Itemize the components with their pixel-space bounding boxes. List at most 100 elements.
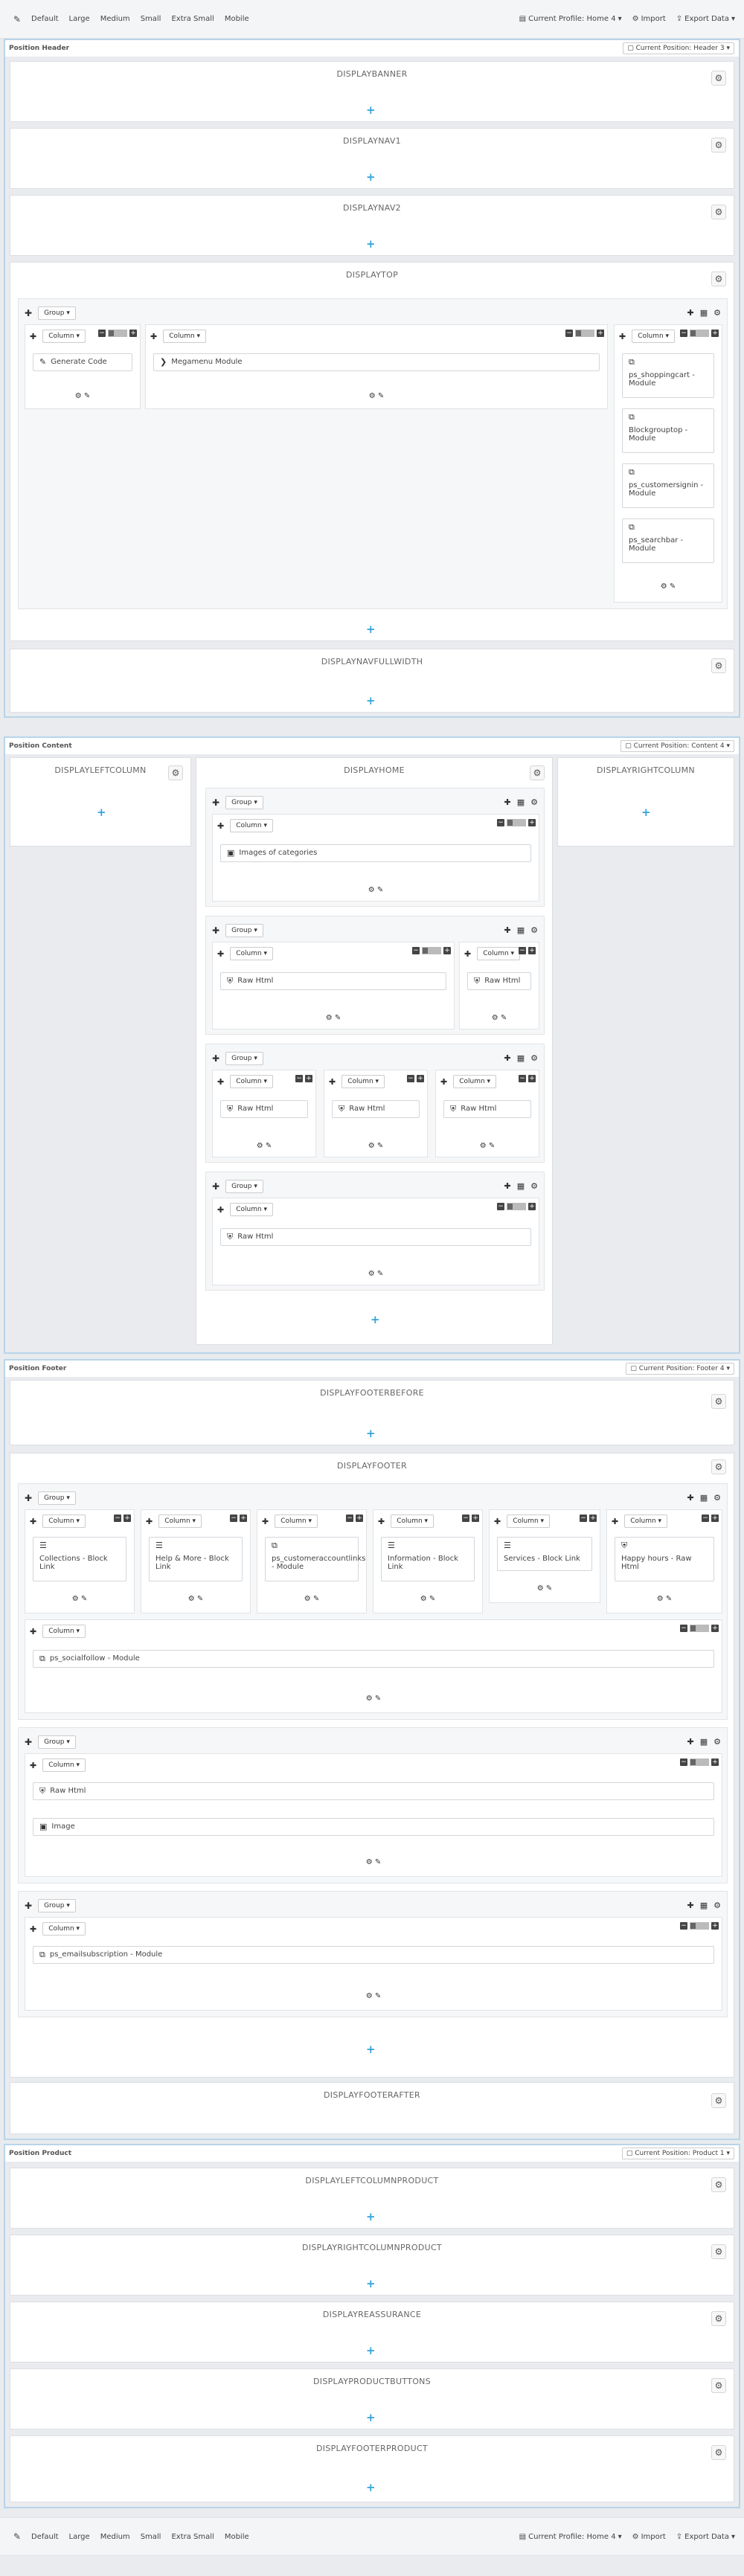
module-item[interactable]: ☰ Help & More - Block Link: [149, 1537, 243, 1581]
move-icon[interactable]: ✚: [30, 1627, 36, 1637]
module-item[interactable]: ▣ Images of categories: [220, 844, 531, 862]
column-dropdown[interactable]: Column ▾: [230, 1075, 274, 1088]
size-extra-small[interactable]: Extra Small: [171, 2533, 214, 2541]
minus-icon[interactable]: −: [497, 819, 504, 826]
grid-icon[interactable]: ▦: [517, 1181, 525, 1191]
size-medium[interactable]: Medium: [100, 15, 130, 23]
current-position-button[interactable]: ▢ Current Position: Footer 4 ▾: [626, 1363, 734, 1375]
column-dropdown[interactable]: Column ▾: [632, 330, 676, 343]
add-column-icon[interactable]: ✚: [504, 1181, 511, 1191]
module-item[interactable]: ⧉ ps_customersignin - Module: [622, 463, 714, 508]
move-icon[interactable]: ✚: [30, 1761, 36, 1770]
module-item[interactable]: ✎ Generate Code: [33, 353, 132, 371]
group-dropdown[interactable]: Group ▾: [38, 1735, 76, 1749]
module-item[interactable]: ⧉ ps_shoppingcart - Module: [622, 353, 714, 398]
column-tools[interactable]: ⚙ ✎: [436, 1142, 539, 1150]
gear-icon[interactable]: ⚙: [713, 1493, 721, 1503]
move-icon[interactable]: ✚: [329, 1077, 336, 1087]
module-item[interactable]: ⧉ ps_emailsubscription - Module: [33, 1946, 714, 1964]
minus-icon[interactable]: −: [680, 330, 687, 337]
current-position-button[interactable]: ▢ Current Position: Header 3 ▾: [623, 42, 734, 54]
plus-icon[interactable]: +: [711, 1758, 719, 1766]
plus-icon[interactable]: +: [711, 1515, 719, 1522]
move-icon[interactable]: ✚: [619, 332, 626, 341]
current-position-button[interactable]: ▢ Current Position: Content 4 ▾: [620, 740, 734, 752]
move-icon[interactable]: ✚: [217, 821, 224, 831]
column-tools[interactable]: ⚙ ✎: [25, 1992, 722, 2000]
column-tools[interactable]: ⚙ ✎: [490, 1584, 600, 1593]
grid-icon[interactable]: ▦: [700, 1493, 708, 1503]
column-tools[interactable]: ⚙ ✎: [213, 1270, 539, 1278]
gear-icon[interactable]: ⚙: [713, 1901, 721, 1910]
size-small[interactable]: Small: [141, 15, 161, 23]
width-bars-icon[interactable]: [690, 330, 709, 337]
size-large[interactable]: Large: [69, 15, 90, 23]
add-column-icon[interactable]: ✚: [504, 925, 511, 935]
group-dropdown[interactable]: Group ▾: [225, 1052, 263, 1065]
move-icon[interactable]: ✚: [212, 1181, 219, 1192]
add-column-icon[interactable]: ✚: [687, 1737, 694, 1747]
column-tools[interactable]: ⚙ ✎: [25, 1858, 722, 1866]
add-group-icon[interactable]: +: [641, 806, 651, 819]
move-icon[interactable]: ✚: [30, 1924, 36, 1934]
add-group-icon[interactable]: +: [366, 1427, 376, 1440]
width-bars-icon[interactable]: [422, 947, 441, 954]
plus-icon[interactable]: +: [356, 1515, 363, 1522]
minus-icon[interactable]: −: [346, 1515, 353, 1522]
module-item[interactable]: ⛨ Happy hours - Raw Html: [615, 1537, 714, 1581]
plus-icon[interactable]: +: [129, 330, 137, 337]
size-medium[interactable]: Medium: [100, 2533, 130, 2541]
column-dropdown[interactable]: Column ▾: [42, 1515, 86, 1528]
move-icon[interactable]: ✚: [262, 1517, 269, 1526]
move-icon[interactable]: ✚: [464, 949, 471, 959]
module-item[interactable]: ☰ Services - Block Link: [497, 1537, 592, 1571]
plus-icon[interactable]: +: [589, 1515, 597, 1522]
column-tools[interactable]: ⚙ ✎: [213, 1142, 315, 1150]
import-button[interactable]: ⚙ Import: [632, 15, 666, 23]
add-column-icon[interactable]: ✚: [687, 1901, 694, 1910]
minus-icon[interactable]: −: [462, 1515, 469, 1522]
add-group-icon[interactable]: +: [366, 103, 376, 117]
gear-icon[interactable]: ⚙: [711, 658, 726, 673]
gear-icon[interactable]: ⚙: [711, 2093, 726, 2108]
module-item[interactable]: ⛨ Raw Html: [220, 972, 446, 990]
minus-icon[interactable]: −: [407, 1075, 414, 1082]
add-group-icon[interactable]: +: [366, 2481, 376, 2494]
move-icon[interactable]: ✚: [25, 308, 32, 318]
move-icon[interactable]: ✚: [30, 1517, 36, 1526]
add-group-icon[interactable]: +: [366, 2411, 376, 2424]
group-dropdown[interactable]: Group ▾: [38, 306, 76, 320]
width-bars-icon[interactable]: [575, 330, 594, 337]
export-button[interactable]: ⇪ Export Data ▾: [676, 15, 735, 23]
group-dropdown[interactable]: Group ▾: [225, 796, 263, 809]
module-item[interactable]: ❯ Megamenu Module: [153, 353, 600, 371]
magic-wand-icon[interactable]: ✎: [9, 2528, 25, 2545]
gear-icon[interactable]: ⚙: [530, 765, 545, 780]
minus-icon[interactable]: −: [230, 1515, 237, 1522]
minus-icon[interactable]: −: [565, 330, 573, 337]
module-item[interactable]: ⛨ Raw Html: [467, 972, 531, 990]
move-icon[interactable]: ✚: [30, 332, 36, 341]
size-extra-small[interactable]: Extra Small: [171, 15, 214, 23]
plus-icon[interactable]: +: [528, 947, 536, 954]
add-group-icon[interactable]: +: [366, 694, 376, 707]
column-dropdown[interactable]: Column ▾: [163, 330, 207, 343]
column-dropdown[interactable]: Column ▾: [230, 819, 274, 832]
column-dropdown[interactable]: Column ▾: [42, 1758, 86, 1772]
current-position-button[interactable]: ▢ Current Position: Product 1 ▾: [621, 2148, 734, 2159]
add-group-icon[interactable]: +: [366, 2344, 376, 2357]
column-dropdown[interactable]: Column ▾: [42, 1922, 86, 1936]
group-dropdown[interactable]: Group ▾: [225, 1180, 263, 1193]
column-dropdown[interactable]: Column ▾: [391, 1515, 434, 1528]
column-tools[interactable]: ⚙ ✎: [25, 1595, 134, 1603]
plus-icon[interactable]: +: [417, 1075, 424, 1082]
gear-icon[interactable]: ⚙: [711, 2177, 726, 2192]
column-dropdown[interactable]: Column ▾: [42, 330, 86, 343]
module-item[interactable]: ⛨ Raw Html: [33, 1782, 714, 1800]
move-icon[interactable]: ✚: [217, 949, 224, 959]
plus-icon[interactable]: +: [528, 1203, 536, 1210]
minus-icon[interactable]: −: [98, 330, 106, 337]
current-profile-button[interactable]: ▤ Current Profile: Home 4 ▾: [519, 2533, 622, 2541]
column-tools[interactable]: ⚙ ✎: [607, 1595, 722, 1603]
width-bars-icon[interactable]: [507, 1203, 526, 1210]
